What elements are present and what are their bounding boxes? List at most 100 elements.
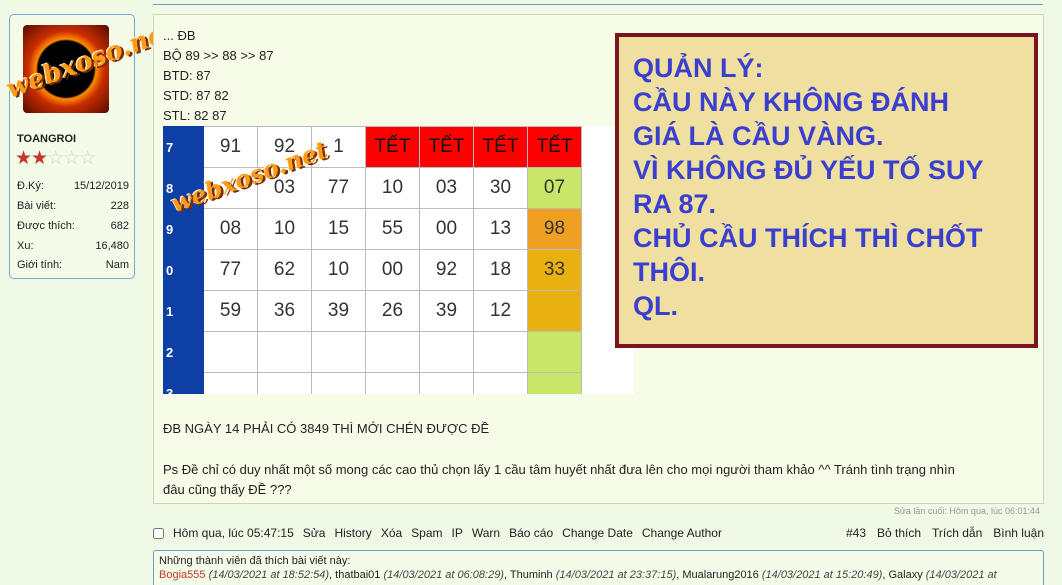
table-cell: 13 bbox=[473, 208, 528, 250]
db-line: ĐB NGÀY 14 PHẢI CÓ 3849 THÌ MỚI CHÉN ĐƯỢ… bbox=[163, 421, 490, 436]
table-row: 9 08 10 15 55 00 13 98 bbox=[163, 208, 582, 250]
table-cell: TẾT bbox=[527, 126, 582, 168]
notice-line: CẦU NÀY KHÔNG ĐÁNH bbox=[633, 87, 950, 117]
comment-link[interactable]: Bình luận bbox=[993, 526, 1044, 540]
table-cell: 07 bbox=[527, 167, 582, 209]
likes-list: Bogia555 (14/03/2021 at 18:52:54), thatb… bbox=[159, 568, 1038, 582]
table-row: 3 bbox=[163, 372, 582, 394]
notice-line: QUẢN LÝ: bbox=[633, 53, 764, 83]
ps-line: đâu cũng thấy ĐỀ ??? bbox=[163, 482, 292, 497]
select-post-checkbox[interactable] bbox=[153, 527, 164, 539]
like-time: (14/03/2021 at 15:20:49) bbox=[761, 569, 883, 581]
likes-box: Những thành viên đã thích bài viết này: … bbox=[153, 550, 1044, 585]
like-user[interactable]: , thatbai01 bbox=[329, 569, 383, 581]
table-cell: 59 bbox=[203, 290, 258, 332]
notice-line: GIÁ LÀ CẦU VÀNG. bbox=[633, 121, 884, 151]
table-cell: 33 bbox=[527, 249, 582, 291]
history-link[interactable]: History bbox=[334, 526, 371, 540]
like-user[interactable]: Bogia555 bbox=[159, 569, 206, 581]
spam-link[interactable]: Spam bbox=[411, 526, 442, 540]
table-cell bbox=[203, 372, 258, 394]
warn-link[interactable]: Warn bbox=[472, 526, 500, 540]
table-cell: TẾT bbox=[473, 126, 528, 168]
notice-line: QL. bbox=[633, 291, 678, 321]
table-cell: 10 bbox=[311, 249, 366, 291]
unlike-link[interactable]: Bỏ thích bbox=[877, 526, 921, 540]
like-user[interactable]: , Mualarung2016 bbox=[676, 569, 762, 581]
star-empty-icon: ☆☆☆ bbox=[47, 148, 96, 169]
like-time: (14/03/2021 at bbox=[925, 569, 997, 581]
row-label: 7 bbox=[163, 126, 204, 168]
table-cell: 36 bbox=[257, 290, 312, 332]
star-filled-icon: ★★ bbox=[15, 148, 48, 169]
table-cell bbox=[419, 372, 474, 394]
table-cell: 77 bbox=[311, 167, 366, 209]
table-cell: 00 bbox=[419, 208, 474, 250]
table-row: 2 bbox=[163, 331, 582, 373]
likes-title: Những thành viên đã thích bài viết này: bbox=[159, 555, 351, 567]
post-line: BỘ 89 >> 88 >> 87 bbox=[163, 48, 274, 63]
report-link[interactable]: Báo cáo bbox=[509, 526, 553, 540]
table-cell: 39 bbox=[311, 290, 366, 332]
username[interactable]: TOANGROI bbox=[17, 133, 76, 145]
like-time: (14/03/2021 at 18:52:54) bbox=[208, 569, 330, 581]
edited-note: Sửa lần cuối: Hôm qua, lúc 06:01:44 bbox=[893, 506, 1040, 516]
table-cell: 18 bbox=[473, 249, 528, 291]
table-cell bbox=[527, 372, 582, 394]
change-date-link[interactable]: Change Date bbox=[562, 526, 633, 540]
table-cell bbox=[311, 372, 366, 394]
table-cell: 00 bbox=[365, 249, 420, 291]
post-time[interactable]: Hôm qua, lúc 05:47:15 bbox=[173, 526, 294, 540]
like-time: (14/03/2021 at 06:08:29) bbox=[383, 569, 504, 581]
table-cell: 30 bbox=[473, 167, 528, 209]
table-cell bbox=[311, 331, 366, 373]
table-cell: 03 bbox=[419, 167, 474, 209]
table-cell bbox=[419, 331, 474, 373]
action-bar-right: #43 Bỏ thích Trích dẫn Bình luận bbox=[835, 526, 1044, 540]
notice-line: THÔI. bbox=[633, 257, 705, 287]
table-cell: 10 bbox=[365, 167, 420, 209]
table-row: 0 77 62 10 00 92 18 33 bbox=[163, 249, 582, 291]
delete-link[interactable]: Xóa bbox=[381, 526, 402, 540]
moderator-notice: QUẢN LÝ: CẦU NÀY KHÔNG ĐÁNH GIÁ LÀ CẦU V… bbox=[615, 33, 1038, 348]
row-label: 1 bbox=[163, 290, 204, 332]
table-cell: 62 bbox=[257, 249, 312, 291]
table-cell: 55 bbox=[365, 208, 420, 250]
ps-line: Ps Đề chỉ có duy nhất một số mong các ca… bbox=[163, 462, 955, 477]
table-cell bbox=[365, 331, 420, 373]
quote-link[interactable]: Trích dẫn bbox=[932, 526, 982, 540]
lottery-table: 7 91 92 1 TẾT TẾT TẾT TẾT 8 03 77 10 03 30 07 9 08 10 15 55… bbox=[163, 126, 582, 394]
notice-line: VÌ KHÔNG ĐỦ YẾU TỐ SUY bbox=[633, 155, 984, 185]
table-cell bbox=[257, 372, 312, 394]
table-cell bbox=[527, 331, 582, 373]
stat-gender: Giới tính: Nam bbox=[17, 259, 129, 271]
table-cell bbox=[257, 331, 312, 373]
stat-likes: Được thích: 682 bbox=[17, 220, 129, 232]
post-number-link[interactable]: #43 bbox=[846, 526, 866, 540]
notice-line: RA 87. bbox=[633, 189, 717, 219]
table-cell: 26 bbox=[365, 290, 420, 332]
table-cell: 92 bbox=[419, 249, 474, 291]
row-label: 0 bbox=[163, 249, 204, 291]
table-cell: TẾT bbox=[365, 126, 420, 168]
table-cell bbox=[365, 372, 420, 394]
like-user[interactable]: , Thuminh bbox=[504, 569, 556, 581]
table-cell: 39 bbox=[419, 290, 474, 332]
table-row: 1 59 36 39 26 39 12 bbox=[163, 290, 582, 332]
post-line: STL: 82 87 bbox=[163, 108, 227, 123]
like-user[interactable]: , Galaxy bbox=[882, 569, 925, 581]
table-cell: 12 bbox=[473, 290, 528, 332]
table-cell: 15 bbox=[311, 208, 366, 250]
table-cell: 77 bbox=[203, 249, 258, 291]
row-label: 2 bbox=[163, 331, 204, 373]
stat-coins: Xu: 16,480 bbox=[17, 240, 129, 252]
like-time: (14/03/2021 at 23:37:15) bbox=[555, 569, 677, 581]
ip-link[interactable]: IP bbox=[452, 526, 463, 540]
change-author-link[interactable]: Change Author bbox=[642, 526, 722, 540]
table-cell: 08 bbox=[203, 208, 258, 250]
table-cell bbox=[203, 331, 258, 373]
table-cell bbox=[473, 372, 528, 394]
table-cell: TẾT bbox=[419, 126, 474, 168]
table-cell bbox=[527, 290, 582, 332]
edit-link[interactable]: Sửa bbox=[303, 526, 326, 540]
